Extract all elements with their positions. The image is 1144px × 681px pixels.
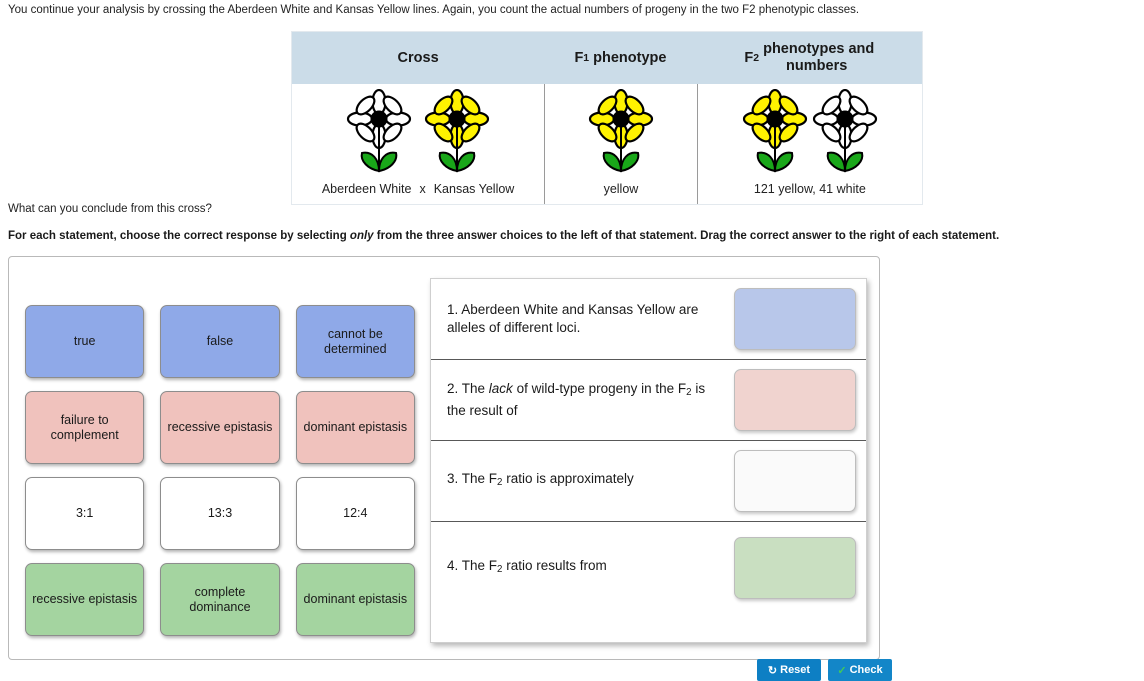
cell-f2-phenotypes: 121 yellow, 41 white [696,84,922,204]
f1-caption: yellow [549,182,693,196]
statement-1-text: 1. Aberdeen White and Kansas Yellow are … [447,301,734,337]
f2-flowers [702,88,918,178]
answer-tiles: true false cannot be determined failure … [25,305,415,649]
cell-cross: Aberdeen White x Kansas Yellow [292,84,544,204]
statement-2-text: 2. The lack of wild-type progeny in the … [447,380,734,420]
cross-table-body-row: Aberdeen White x Kansas Yellow yellow 12… [292,84,922,204]
statement-row-2: 2. The lack of wild-type progeny in the … [431,360,866,441]
action-buttons: ↻ Reset ✓ Check [757,659,892,681]
tile-ratio-3-1[interactable]: 3:1 [25,477,145,550]
instruction-emphasis: only [349,230,374,242]
reset-icon: ↻ [767,664,778,677]
header-f2-phenotypes: F2 phenotypes and numbers [744,41,875,74]
statement-3-body: The F2 ratio is approximately [461,470,634,489]
tile-true[interactable]: true [25,305,145,378]
tile-false[interactable]: false [160,305,280,378]
statements-panel: 1. Aberdeen White and Kansas Yellow are … [430,278,867,643]
yellow-flower-icon [588,88,654,178]
statement-2-emphasis: lack [488,380,513,396]
statement-3-text: 3. The F2 ratio is approximately [447,470,734,492]
tile-cannot-be-determined[interactable]: cannot be determined [295,305,415,378]
statement-4-body: The F2 ratio results from [461,557,607,576]
reset-button-label: Reset [780,664,811,676]
cross-table: Cross F1 phenotype F2 phenotypes and numb… [291,31,923,205]
dropzone-statement-4[interactable] [734,537,856,599]
statement-1-number: 1. [447,302,459,317]
tile-row-1: true false cannot be determined [25,305,415,378]
f1-label: yellow [603,182,639,196]
statement-row-1: 1. Aberdeen White and Kansas Yellow are … [431,279,866,360]
f2-label: 121 yellow, 41 white [753,182,866,196]
tile-dominant-epistasis-pink[interactable]: dominant epistasis [295,391,415,464]
cross-symbol-top [416,144,420,178]
tile-row-4: recessive epistasis complete dominance d… [25,563,415,636]
cross-caption: Aberdeen White x Kansas Yellow [296,182,540,196]
header-f1-phenotype: F1 phenotype [574,49,667,66]
tile-dominant-epistasis-green[interactable]: dominant epistasis [295,563,415,636]
dropzone-statement-2[interactable] [734,369,856,431]
f1-flowers [549,88,693,178]
intro-text: You continue your analysis by crossing t… [8,4,860,16]
tile-recessive-epistasis-green[interactable]: recessive epistasis [25,563,145,636]
tile-complete-dominance[interactable]: complete dominance [160,563,280,636]
statement-2-before: The [461,380,489,396]
tile-row-2: failure to complement recessive epistasi… [25,391,415,464]
parent2-label: Kansas Yellow [433,182,515,196]
check-icon: ✓ [837,664,847,677]
drag-drop-activity: true false cannot be determined failure … [8,256,880,660]
cross-flowers [296,88,540,178]
check-button[interactable]: ✓ Check [828,659,892,681]
tile-ratio-13-3[interactable]: 13:3 [160,477,280,550]
instruction-before: For each statement, choose the correct r… [8,230,350,242]
statement-4-number: 4. [447,557,459,573]
f2-caption: 121 yellow, 41 white [702,182,918,196]
dropzone-statement-1[interactable] [734,288,856,350]
instruction-text: For each statement, choose the correct r… [8,230,1138,242]
reset-button[interactable]: ↻ Reset [757,659,821,681]
white-flower-icon [346,88,412,178]
statement-row-4: 4. The F2 ratio results from [431,522,866,614]
tile-row-3: 3:1 13:3 12:4 [25,477,415,550]
statement-3-number: 3. [447,470,459,486]
instruction-after: from the three answer choices to the lef… [373,230,1000,242]
dropzone-statement-3[interactable] [734,450,856,512]
white-flower-icon [812,88,878,178]
cross-symbol: x [419,182,426,196]
statement-1-body: Aberdeen White and Kansas Yellow are all… [447,302,699,335]
statement-2-number: 2. [447,380,459,396]
check-button-label: Check [849,664,883,676]
yellow-flower-icon [424,88,490,178]
yellow-flower-icon [742,88,808,178]
header-cross: Cross [397,49,439,66]
cell-f1-phenotype: yellow [544,84,697,204]
tile-ratio-12-4[interactable]: 12:4 [295,477,415,550]
tile-failure-to-complement[interactable]: failure to complement [25,391,145,464]
statement-4-text: 4. The F2 ratio results from [447,557,734,579]
cross-table-header-row: Cross F1 phenotype F2 phenotypes and numb… [292,32,922,84]
statement-row-3: 3. The F2 ratio is approximately [431,441,866,522]
tile-recessive-epistasis-pink[interactable]: recessive epistasis [160,391,280,464]
parent1-label: Aberdeen White [321,182,412,196]
question-text: What can you conclude from this cross? [8,203,212,215]
